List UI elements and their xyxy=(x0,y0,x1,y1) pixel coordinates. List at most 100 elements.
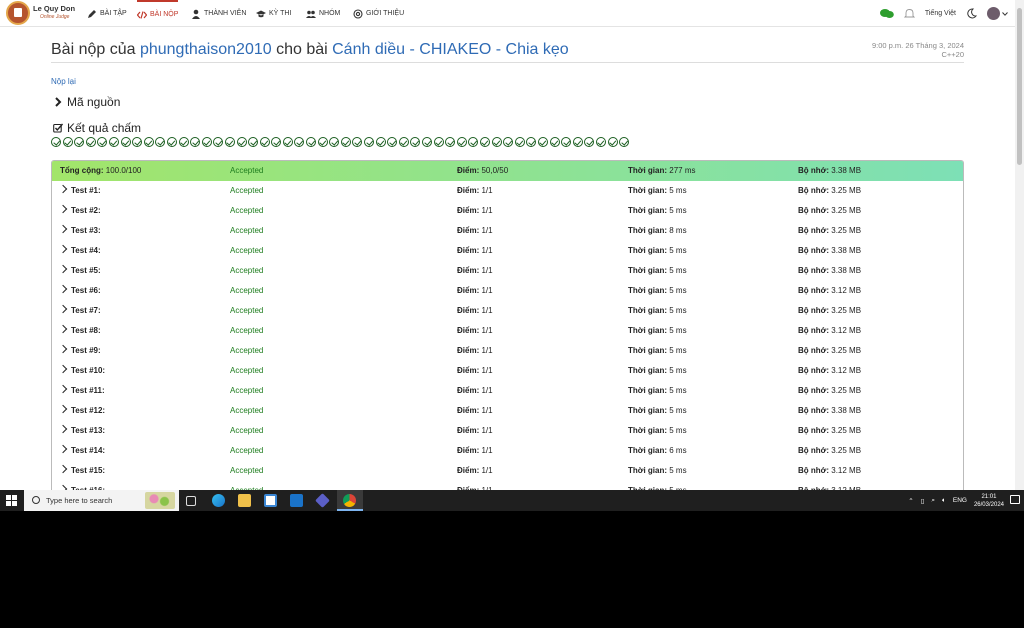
test-memory-cell: Bộ nhớ: 3.38 MB xyxy=(798,261,861,281)
test-label-cell[interactable]: Test #13: xyxy=(58,421,105,441)
nav-item-users[interactable]: THÀNH VIÊN xyxy=(191,0,246,27)
browser-viewport: Le Quy Don Online Judge BÀI TẬP BÀI NỘP … xyxy=(0,0,1024,490)
check-circle-icon xyxy=(410,137,421,147)
check-circle-icon xyxy=(584,137,595,147)
time-label: Thời gian: xyxy=(628,226,668,235)
test-points-cell: Điểm: 1/1 xyxy=(457,461,493,481)
chrome-taskbar-button[interactable] xyxy=(337,490,363,511)
check-circle-icon xyxy=(74,137,85,147)
table-row[interactable]: Test #2: Accepted Điểm: 1/1 Thời gian: 5 ms… xyxy=(52,201,963,221)
notification-icon[interactable] xyxy=(1010,495,1020,504)
test-label-cell[interactable]: Test #11: xyxy=(58,381,105,401)
test-label: Test #1: xyxy=(71,186,101,195)
bell-icon[interactable] xyxy=(903,8,915,19)
meet-now-icon[interactable]: ▯ xyxy=(921,497,925,505)
windows-start-icon[interactable] xyxy=(6,495,17,506)
table-row[interactable]: Test #7: Accepted Điểm: 1/1 Thời gian: 5 ms… xyxy=(52,301,963,321)
app-icon[interactable] xyxy=(315,493,330,508)
taskbar-search[interactable]: Type here to search xyxy=(24,490,179,511)
table-row[interactable]: Test #9: Accepted Điểm: 1/1 Thời gian: 5 ms… xyxy=(52,341,963,361)
check-circle-icon xyxy=(364,137,375,147)
dark-mode-icon[interactable] xyxy=(966,8,977,19)
table-row[interactable]: Test #12: Accepted Điểm: 1/1 Thời gian: 5 m… xyxy=(52,401,963,421)
results-heading: Kết quả chấm xyxy=(53,121,141,135)
scrollbar-thumb[interactable] xyxy=(1017,8,1022,165)
test-label-cell[interactable]: Test #14: xyxy=(58,441,105,461)
table-row[interactable]: Test #10: Accepted Điểm: 1/1 Thời gian: 5 m… xyxy=(52,361,963,381)
language-selector[interactable]: Tiếng Việt xyxy=(925,10,956,17)
table-row[interactable]: Test #13: Accepted Điểm: 1/1 Thời gian: 5 m… xyxy=(52,421,963,441)
test-label-cell[interactable]: Test #9: xyxy=(58,341,101,361)
user-link[interactable]: phungthaison2010 xyxy=(140,41,272,58)
test-label-cell[interactable]: Test #8: xyxy=(58,321,101,341)
edge-icon[interactable] xyxy=(212,494,225,507)
test-label-cell[interactable]: Test #1: xyxy=(58,181,101,201)
test-label-cell[interactable]: Test #16: xyxy=(58,481,105,490)
table-row[interactable]: Test #8: Accepted Điểm: 1/1 Thời gian: 5 ms… xyxy=(52,321,963,341)
test-label: Test #3: xyxy=(71,226,101,235)
nav-item-submissions[interactable]: BÀI NỘP xyxy=(137,0,179,27)
test-label-cell[interactable]: Test #6: xyxy=(58,281,101,301)
chevron-up-icon[interactable]: ⌃ xyxy=(908,497,913,505)
nav-label: KỲ THI xyxy=(269,10,292,17)
table-row[interactable]: Test #3: Accepted Điểm: 1/1 Thời gian: 8 ms… xyxy=(52,221,963,241)
nav-item-contests[interactable]: KỲ THI xyxy=(256,0,291,27)
test-label-cell[interactable]: Test #7: xyxy=(58,301,101,321)
mail-icon[interactable] xyxy=(290,494,303,507)
table-row[interactable]: Test #14: Accepted Điểm: 1/1 Thời gian: 6 m… xyxy=(52,441,963,461)
check-circle-icon xyxy=(398,137,409,147)
table-row[interactable]: Test #6: Accepted Điểm: 1/1 Thời gian: 5 ms… xyxy=(52,281,963,301)
page-scrollbar[interactable] xyxy=(1015,0,1024,490)
check-circle-icon xyxy=(352,137,363,147)
points-label: Điểm: xyxy=(457,346,480,355)
user-menu[interactable] xyxy=(987,7,1008,20)
test-label-cell[interactable]: Test #3: xyxy=(58,221,101,241)
network-icon[interactable]: ⌕ xyxy=(931,497,935,505)
task-view-icon[interactable] xyxy=(186,496,196,506)
clock[interactable]: 21:01 26/03/2024 xyxy=(974,493,1004,509)
test-time: 5 ms xyxy=(669,386,687,395)
test-memory: 3.25 MB xyxy=(831,306,862,315)
check-circle-icon xyxy=(572,137,583,147)
check-circle-icon xyxy=(85,137,96,147)
check-circle-icon xyxy=(607,137,618,147)
test-label-cell[interactable]: Test #2: xyxy=(58,201,101,221)
source-label: Mã nguồn xyxy=(67,95,121,109)
test-label-cell[interactable]: Test #15: xyxy=(58,461,105,481)
test-time-cell: Thời gian: 5 ms xyxy=(628,261,687,281)
file-explorer-icon[interactable] xyxy=(238,494,251,507)
source-code-toggle[interactable]: Mã nguồn xyxy=(53,95,120,109)
nav-label: NHÓM xyxy=(319,10,341,17)
table-row[interactable]: Test #4: Accepted Điểm: 1/1 Thời gian: 5 ms… xyxy=(52,241,963,261)
nav-item-problems[interactable]: BÀI TẬP xyxy=(87,0,127,27)
problem-link[interactable]: Cánh diều - CHIAKEO - Chia kẹo xyxy=(332,41,569,58)
memory-label: Bộ nhớ: xyxy=(798,466,830,475)
test-label-cell[interactable]: Test #12: xyxy=(58,401,105,421)
check-circle-icon xyxy=(108,137,119,147)
test-memory: 3.38 MB xyxy=(831,266,862,275)
test-label-cell[interactable]: Test #4: xyxy=(58,241,101,261)
table-row[interactable]: Test #16: Accepted Điểm: 1/1 Thời gian: 5 m… xyxy=(52,481,963,490)
page-title: Bài nộp của phungthaison2010 cho bài Cán… xyxy=(51,41,569,59)
table-row[interactable]: Test #5: Accepted Điểm: 1/1 Thời gian: 5 ms… xyxy=(52,261,963,281)
table-row[interactable]: Test #15: Accepted Điểm: 1/1 Thời gian: 5 m… xyxy=(52,461,963,481)
language-indicator[interactable]: ENG xyxy=(953,497,967,504)
nav-item-groups[interactable]: NHÓM xyxy=(306,0,340,27)
nav-item-about[interactable]: GIỚI THIỆU xyxy=(353,0,404,27)
test-label-cell[interactable]: Test #10: xyxy=(58,361,105,381)
check-circle-icon xyxy=(143,137,154,147)
test-memory-cell: Bộ nhớ: 3.38 MB xyxy=(798,241,861,261)
chat-icon[interactable] xyxy=(879,8,894,19)
test-time-cell: Thời gian: 5 ms xyxy=(628,341,687,361)
check-circle-icon xyxy=(514,137,525,147)
total-row: Tổng cộng: 100.0/100 Accepted Điểm: 50,0… xyxy=(52,161,963,181)
store-icon[interactable] xyxy=(264,494,277,507)
table-row[interactable]: Test #1: Accepted Điểm: 1/1 Thời gian: 5 ms… xyxy=(52,181,963,201)
volume-icon[interactable]: 🔈︎ xyxy=(942,497,946,505)
table-row[interactable]: Test #11: Accepted Điểm: 1/1 Thời gian: 5 m… xyxy=(52,381,963,401)
logo-tagline: Online Judge xyxy=(40,14,70,20)
site-logo[interactable]: Le Quy Don Online Judge xyxy=(6,1,81,25)
test-label-cell[interactable]: Test #5: xyxy=(58,261,101,281)
check-circle-icon xyxy=(236,137,247,147)
resubmit-link[interactable]: Nộp lại xyxy=(51,77,76,86)
